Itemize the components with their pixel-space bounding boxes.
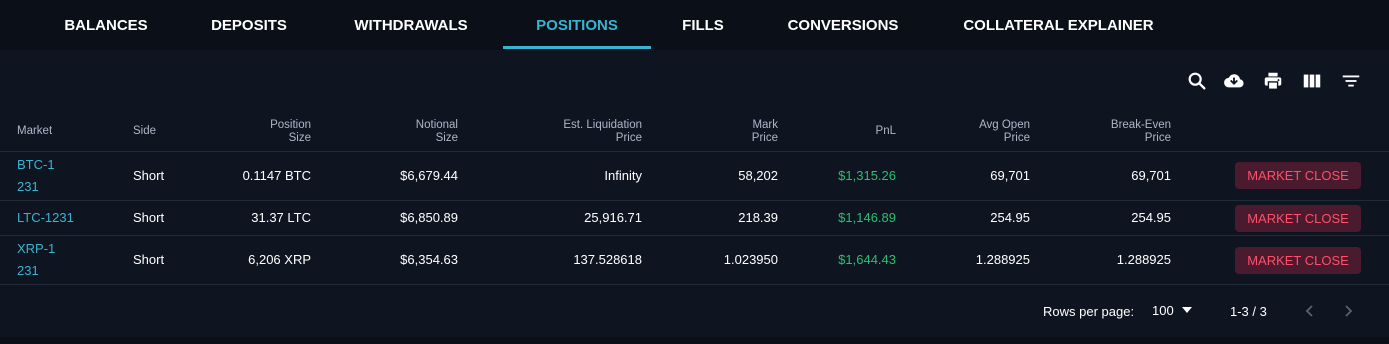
- break-even-price-cell: 69,701: [1131, 168, 1171, 183]
- row-divider: [0, 200, 1389, 201]
- column-header-position-size[interactable]: Position Size: [211, 119, 311, 145]
- pnl-cell: $1,315.26: [838, 168, 896, 183]
- tab-positions[interactable]: POSITIONS: [503, 0, 651, 50]
- market-link-text: LTC-1231: [17, 210, 74, 225]
- mark-price-cell: 218.39: [738, 210, 778, 225]
- position-size-cell: 31.37 LTC: [251, 210, 311, 225]
- est-liquidation-price-cell: Infinity: [604, 168, 642, 183]
- est-liquidation-price-cell: 137.528618: [573, 252, 642, 267]
- side-cell: Short: [133, 168, 165, 183]
- chevron-left-icon: [1305, 305, 1313, 317]
- tab-balances[interactable]: BALANCES: [46, 0, 166, 50]
- filter-icon[interactable]: [1340, 70, 1362, 92]
- market-link[interactable]: BTC-1231: [17, 154, 57, 198]
- tab-collateral-explainer[interactable]: COLLATERAL EXPLAINER: [946, 0, 1171, 50]
- pnl-cell: $1,644.43: [838, 252, 896, 267]
- rows-per-page-select[interactable]: 100: [1148, 300, 1196, 322]
- row-divider: [0, 284, 1389, 285]
- rows-per-page-value: 100: [1152, 303, 1174, 318]
- side-cell: Short: [133, 252, 165, 267]
- break-even-price-cell: 1.288925: [1116, 252, 1171, 267]
- avg-open-price-cell: 254.95: [990, 210, 1030, 225]
- column-header-text: Est. Liquidation: [563, 119, 642, 131]
- notional-size-cell: $6,850.89: [400, 210, 458, 225]
- column-header-break-even-price[interactable]: Break-Even Price: [1071, 119, 1171, 145]
- column-header-text: Price: [751, 132, 778, 144]
- search-icon[interactable]: [1186, 70, 1208, 92]
- market-close-button[interactable]: MARKET CLOSE: [1235, 205, 1361, 232]
- column-header-avg-open-price[interactable]: Avg Open Price: [930, 119, 1030, 145]
- pnl-cell: $1,146.89: [838, 210, 896, 225]
- side-cell: Short: [133, 210, 165, 225]
- row-divider: [0, 151, 1389, 152]
- break-even-price-cell: 254.95: [1131, 210, 1171, 225]
- column-header-text: Notional: [415, 119, 458, 131]
- column-header-text: Size: [288, 132, 311, 144]
- tab-fills[interactable]: FILLS: [668, 0, 738, 50]
- active-tab-indicator: [503, 46, 651, 49]
- chevron-right-icon: [1345, 305, 1353, 317]
- market-link[interactable]: LTC-1231: [17, 207, 74, 229]
- column-header-text: Price: [615, 132, 642, 144]
- mark-price-cell: 58,202: [738, 168, 778, 183]
- column-header-est-liquidation-price[interactable]: Est. Liquidation Price: [492, 119, 642, 145]
- column-header-text: Position: [270, 119, 311, 131]
- notional-size-cell: $6,679.44: [400, 168, 458, 183]
- column-header-notional-size[interactable]: Notional Size: [358, 119, 458, 145]
- rows-per-page-label: Rows per page:: [1043, 304, 1135, 319]
- next-page-button[interactable]: [1341, 303, 1355, 319]
- market-link-text: XRP-1231: [17, 241, 56, 278]
- mark-price-cell: 1.023950: [723, 252, 778, 267]
- tab-conversions[interactable]: CONVERSIONS: [770, 0, 916, 50]
- position-size-cell: 6,206 XRP: [248, 252, 311, 267]
- position-size-cell: 0.1147 BTC: [242, 168, 311, 183]
- tab-withdrawals[interactable]: WITHDRAWALS: [335, 0, 487, 50]
- previous-page-button[interactable]: [1303, 303, 1317, 319]
- pagination-range: 1-3 / 3: [1230, 304, 1267, 319]
- column-header-mark-price[interactable]: Mark Price: [678, 119, 778, 145]
- chevron-down-icon: [1182, 307, 1192, 313]
- est-liquidation-price-cell: 25,916.71: [584, 210, 642, 225]
- avg-open-price-cell: 69,701: [990, 168, 1030, 183]
- column-header-pnl[interactable]: PnL: [796, 125, 896, 138]
- column-header-text: Price: [1144, 132, 1171, 144]
- row-divider: [0, 235, 1389, 236]
- print-icon[interactable]: [1262, 70, 1284, 92]
- tab-bar: BALANCES DEPOSITS WITHDRAWALS POSITIONS …: [0, 0, 1389, 50]
- avg-open-price-cell: 1.288925: [975, 252, 1030, 267]
- notional-size-cell: $6,354.63: [400, 252, 458, 267]
- column-header-text: Avg Open: [979, 119, 1030, 131]
- market-close-button[interactable]: MARKET CLOSE: [1235, 162, 1361, 189]
- download-icon[interactable]: [1223, 70, 1245, 92]
- bottom-bar: [0, 337, 1389, 344]
- column-header-text: Size: [435, 132, 458, 144]
- column-header-text: Price: [1003, 132, 1030, 144]
- column-header-side[interactable]: Side: [133, 125, 156, 138]
- market-link[interactable]: XRP-1231: [17, 238, 57, 282]
- column-header-market[interactable]: Market: [17, 125, 52, 138]
- column-header-text: Mark: [752, 119, 778, 131]
- column-header-text: Break-Even: [1110, 119, 1171, 131]
- view-columns-icon[interactable]: [1301, 70, 1323, 92]
- tab-deposits[interactable]: DEPOSITS: [194, 0, 304, 50]
- market-close-button[interactable]: MARKET CLOSE: [1235, 247, 1361, 274]
- market-link-text: BTC-1231: [17, 157, 55, 194]
